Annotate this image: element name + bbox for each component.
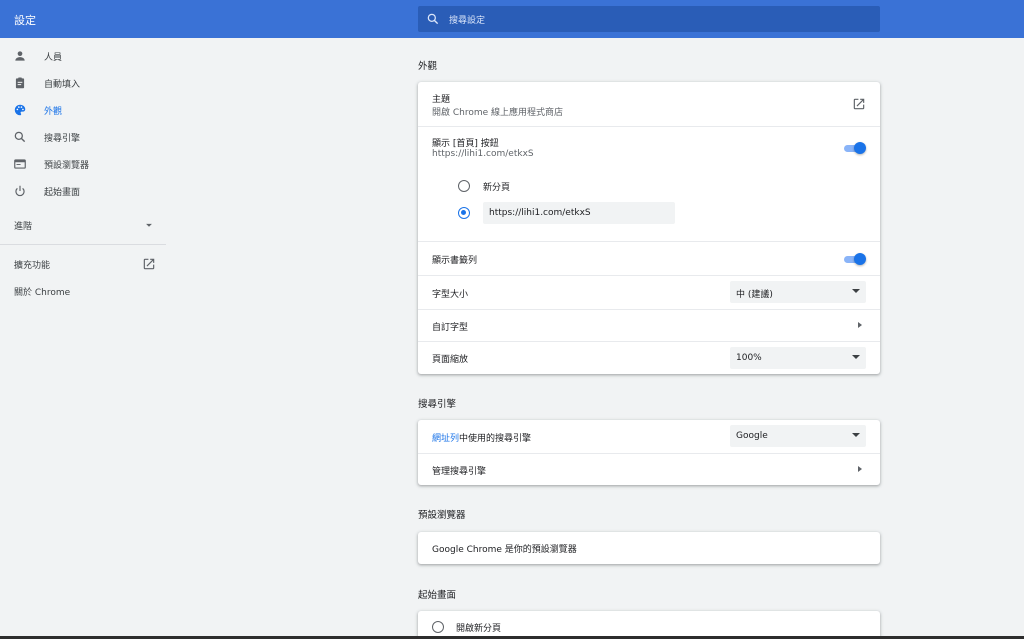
sidebar: 人員 自動填入 外觀 搜尋引擎 預設瀏覽器 起始畫面 進階 擴充功能 關於 Ch…	[0, 38, 166, 639]
search-engine-value: Google	[736, 431, 768, 441]
page-zoom-select[interactable]: 100%	[730, 347, 866, 369]
theme-subtitle: 開啟 Chrome 線上應用程式商店	[432, 108, 564, 118]
sidebar-advanced-toggle[interactable]: 進階	[0, 213, 166, 237]
search-placeholder: 搜尋設定	[449, 16, 486, 26]
radio-startup-new-tab[interactable]	[432, 621, 444, 633]
radio-new-tab[interactable]	[458, 180, 470, 192]
person-icon	[15, 51, 25, 61]
default-browser-card: Google Chrome 是你的預設瀏覽器	[418, 532, 880, 564]
toggle-knob	[854, 142, 866, 154]
search-input[interactable]: 搜尋設定	[418, 6, 880, 32]
toggle-knob	[854, 253, 866, 265]
row-divider	[418, 453, 880, 454]
browser-icon	[14, 159, 26, 169]
search-icon	[14, 131, 26, 143]
row-divider	[418, 241, 880, 242]
address-bar-label-rest: 中使用的搜尋引擎	[459, 434, 532, 444]
home-button-title: 顯示 [首頁] 按鈕	[432, 139, 499, 149]
palette-icon	[14, 104, 26, 116]
row-divider	[418, 309, 880, 310]
address-bar-engine-label: 網址列中使用的搜尋引擎	[432, 431, 531, 444]
home-button-toggle[interactable]	[844, 142, 866, 154]
search-engine-card: 網址列中使用的搜尋引擎 Google 管理搜尋引擎	[418, 420, 880, 485]
startup-card: 開啟新分頁	[418, 611, 880, 639]
sidebar-item-label: 自動填入	[44, 80, 81, 90]
open-external-icon	[143, 258, 155, 270]
row-divider	[418, 126, 880, 127]
sidebar-item-autofill[interactable]: 自動填入	[0, 70, 166, 96]
bookmarks-bar-title: 顯示書籤列	[432, 256, 478, 266]
font-size-value: 中 (建議)	[736, 290, 773, 300]
dropdown-arrow-icon	[146, 223, 152, 227]
startup-section-title: 起始畫面	[418, 590, 457, 601]
page-zoom-label: 頁面縮放	[432, 355, 469, 365]
home-button-url: https://lihi1.com/etkxS	[432, 149, 534, 159]
search-engine-section-title: 搜尋引擎	[418, 399, 457, 410]
search-icon	[427, 13, 439, 25]
custom-fonts-label: 自訂字型	[432, 323, 469, 333]
sidebar-item-label: 起始畫面	[44, 188, 81, 198]
sidebar-item-appearance[interactable]: 外觀	[0, 97, 166, 123]
search-engine-select[interactable]: Google	[730, 425, 866, 447]
sidebar-divider	[0, 244, 166, 245]
chevron-right-icon[interactable]	[858, 322, 862, 328]
row-divider	[418, 341, 880, 342]
startup-new-tab-label: 開啟新分頁	[456, 624, 502, 634]
sidebar-item-extensions[interactable]: 擴充功能	[0, 252, 166, 276]
sidebar-item-default-browser[interactable]: 預設瀏覽器	[0, 151, 166, 177]
sidebar-item-search-engine[interactable]: 搜尋引擎	[0, 124, 166, 150]
appearance-card: 主題 開啟 Chrome 線上應用程式商店 顯示 [首頁] 按鈕 https:/…	[418, 82, 880, 374]
clipboard-icon	[15, 77, 25, 89]
dropdown-arrow-icon	[852, 433, 860, 437]
radio-custom-url[interactable]	[458, 207, 470, 219]
appearance-section-title: 外觀	[418, 61, 438, 72]
row-divider	[418, 275, 880, 276]
sidebar-item-label: 搜尋引擎	[44, 134, 81, 144]
app-title: 設定	[14, 14, 36, 27]
page-zoom-value: 100%	[736, 353, 762, 363]
sidebar-item-about-chrome[interactable]: 關於 Chrome	[0, 279, 166, 303]
sidebar-item-label: 人員	[44, 53, 63, 63]
sidebar-item-label: 預設瀏覽器	[44, 161, 90, 171]
default-browser-status: Google Chrome 是你的預設瀏覽器	[432, 545, 577, 555]
chevron-right-icon[interactable]	[858, 466, 862, 472]
dropdown-arrow-icon	[852, 289, 860, 293]
sidebar-advanced-label: 進階	[14, 222, 33, 232]
font-size-select[interactable]: 中 (建議)	[730, 281, 866, 303]
sidebar-item-startup[interactable]: 起始畫面	[0, 178, 166, 204]
font-size-label: 字型大小	[432, 290, 469, 300]
sidebar-extensions-label: 擴充功能	[14, 261, 51, 271]
bookmarks-bar-toggle[interactable]	[844, 253, 866, 265]
sidebar-item-people[interactable]: 人員	[0, 43, 166, 69]
home-url-input[interactable]: https://lihi1.com/etkxS	[483, 202, 675, 224]
open-external-icon[interactable]	[852, 97, 866, 111]
home-url-value: https://lihi1.com/etkxS	[489, 208, 591, 218]
manage-search-engines-label: 管理搜尋引擎	[432, 467, 487, 477]
radio-new-tab-label: 新分頁	[483, 183, 511, 193]
top-bar: 設定 搜尋設定	[0, 0, 1024, 38]
sidebar-about-label: 關於 Chrome	[14, 288, 71, 298]
power-icon	[15, 185, 25, 197]
theme-title: 主題	[432, 95, 451, 105]
sidebar-item-label: 外觀	[44, 107, 63, 117]
dropdown-arrow-icon	[852, 355, 860, 359]
default-browser-section-title: 預設瀏覽器	[418, 510, 466, 521]
address-bar-link[interactable]: 網址列	[432, 434, 459, 444]
